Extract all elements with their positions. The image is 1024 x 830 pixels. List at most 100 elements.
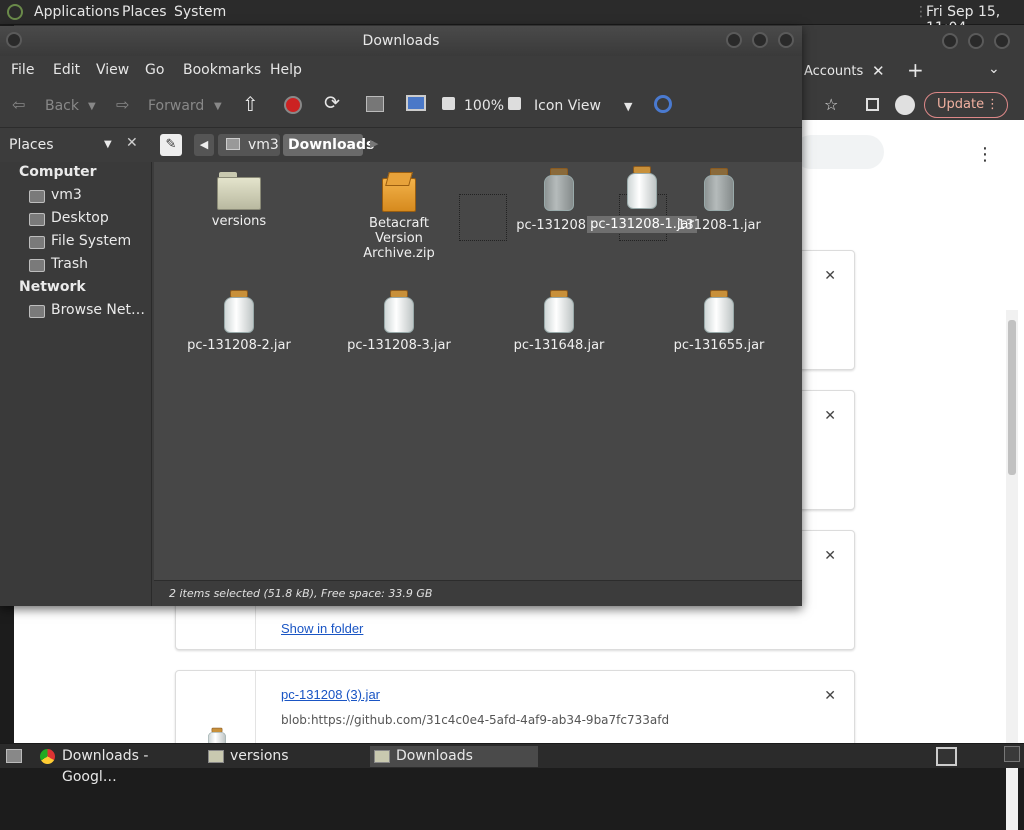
scrollbar-thumb[interactable] [1008,320,1016,475]
close-button[interactable] [994,33,1010,49]
chevron-down-icon: ▼ [104,139,112,150]
task-label: Downloads [396,748,473,764]
file-item[interactable]: pc-131655.jar [649,290,789,353]
back-dropdown-icon[interactable]: ▼ [88,101,96,112]
maximize-button[interactable] [752,32,768,48]
download-filename-link[interactable]: pc-131208 (3).jar [281,687,380,702]
menu-file[interactable]: File [11,62,34,78]
forward-button[interactable]: Forward [148,98,204,114]
path-button-downloads[interactable]: Downloads [283,134,374,156]
file-name: 131208-1.jar [677,218,761,233]
maximize-button[interactable] [968,33,984,49]
path-left-arrow-icon[interactable]: ◀ [194,134,214,156]
home-folder-icon[interactable] [366,96,384,112]
menubar: File Edit View Go Bookmarks Help [0,56,802,86]
folder-icon [217,172,261,210]
zoom-in-icon[interactable] [508,97,521,110]
view-mode-select[interactable]: Icon View [534,98,601,114]
chrome-window-controls [802,27,1024,57]
show-in-folder-link[interactable]: Show in folder [281,621,363,636]
file-icon-view[interactable]: versions Betacraft Version Archive.zip p… [154,162,802,580]
location-edit-icon[interactable]: ✎ [160,134,182,156]
distro-logo-icon[interactable] [7,4,23,20]
task-chrome[interactable]: Downloads - Googl… [36,746,200,785]
tab-accounts[interactable]: Accounts [804,64,863,79]
up-arrow-icon[interactable]: ⇧ [242,92,259,116]
computer-icon[interactable] [406,95,426,111]
chevron-down-icon[interactable]: ⌄ [988,61,1000,77]
status-text: 2 items selected (51.8 kB), Free space: … [169,587,433,600]
file-name: pc-131655.jar [673,338,765,353]
menu-view[interactable]: View [96,62,129,78]
zoom-level: 100% [464,98,505,114]
task-downloads[interactable]: Downloads [370,746,538,767]
stop-icon[interactable] [284,96,302,114]
zoom-out-icon[interactable] [442,97,455,110]
back-button[interactable]: Back [45,98,79,114]
menu-edit[interactable]: Edit [53,62,80,78]
search-pill[interactable] [794,135,884,169]
folder-icon [208,750,224,763]
side-panel-icon[interactable] [866,98,879,111]
minimize-button[interactable] [726,32,742,48]
trash-icon [29,259,45,272]
sidebar-item-desktop[interactable]: Desktop [51,210,109,226]
sidebar-item-browse-network[interactable]: Browse Net… [51,302,145,318]
chevron-down-icon[interactable]: ▼ [624,100,632,113]
jar-icon [222,290,256,334]
forward-arrow-icon[interactable]: ⇨ [116,95,129,114]
star-icon[interactable]: ☆ [824,95,838,114]
close-icon[interactable]: ✕ [824,548,836,564]
new-tab-plus-icon[interactable]: + [907,58,924,82]
update-button[interactable]: Update ⋮ [924,92,1008,118]
menu-help[interactable]: Help [270,62,302,78]
workspace-switcher-icon[interactable] [936,747,957,766]
applications-menu[interactable]: Applications [34,4,120,20]
close-icon[interactable]: ✕ [824,268,836,284]
window-titlebar[interactable]: Downloads [0,26,802,56]
forward-dropdown-icon[interactable]: ▼ [214,101,222,112]
file-item[interactable]: pc-131208-2.jar [169,290,309,353]
task-versions[interactable]: versions [204,746,364,767]
window-menu-button[interactable] [6,32,22,48]
minimize-button[interactable] [942,33,958,49]
close-icon[interactable]: ✕ [824,408,836,424]
jar-icon [702,290,736,334]
file-item[interactable]: Betacraft Version Archive.zip [329,172,469,261]
close-icon[interactable]: ✕ [824,688,836,704]
reload-icon[interactable]: ⟳ [324,92,340,114]
show-desktop-icon[interactable] [6,749,22,763]
close-button[interactable] [778,32,794,48]
sidebar-item-file-system[interactable]: File System [51,233,131,249]
page-menu-icon[interactable]: ⋮ [976,144,994,165]
toolbar: ⇦ Back ▼ ⇨ Forward ▼ ⇧ ⟳ 100% Icon View … [0,86,802,128]
search-icon[interactable] [654,95,672,113]
sidebar-item-trash[interactable]: Trash [51,256,88,272]
file-item[interactable]: pc-131648.jar [489,290,629,353]
path-right-arrow-icon[interactable]: ▶ [370,137,378,150]
tab-close-icon[interactable]: ✕ [872,62,885,80]
trash-applet-icon[interactable] [1004,746,1020,762]
more-icon: ⋮ [986,97,999,112]
menu-bookmarks[interactable]: Bookmarks [183,62,261,78]
sidebar-selector[interactable]: Places ▼ [6,133,146,157]
back-arrow-icon[interactable]: ⇦ [12,95,25,114]
folder-icon [374,750,390,763]
places-menu[interactable]: Places [122,4,167,20]
file-item[interactable]: pc-131208-3.jar [329,290,469,353]
profile-avatar-icon[interactable] [895,95,915,115]
file-manager-window: Downloads File Edit View Go Bookmarks He… [0,26,802,606]
sidebar-header: Places [9,137,54,153]
path-vm3-label: vm3 [248,137,279,153]
file-item[interactable]: versions [169,172,309,229]
sidebar-close-icon[interactable]: ✕ [126,135,138,151]
jar-icon [702,168,736,212]
menu-go[interactable]: Go [145,62,164,78]
download-url: blob:https://github.com/31c4c0e4-5afd-4a… [281,713,670,727]
taskbar: Downloads - Googl… versions Downloads [0,743,1024,785]
sidebar-item-vm3[interactable]: vm3 [51,187,82,203]
path-button-vm3[interactable]: vm3 [218,134,280,156]
file-item[interactable]: 131208-1.jar [649,168,789,233]
zip-archive-icon [382,172,416,212]
system-menu[interactable]: System [174,4,226,20]
